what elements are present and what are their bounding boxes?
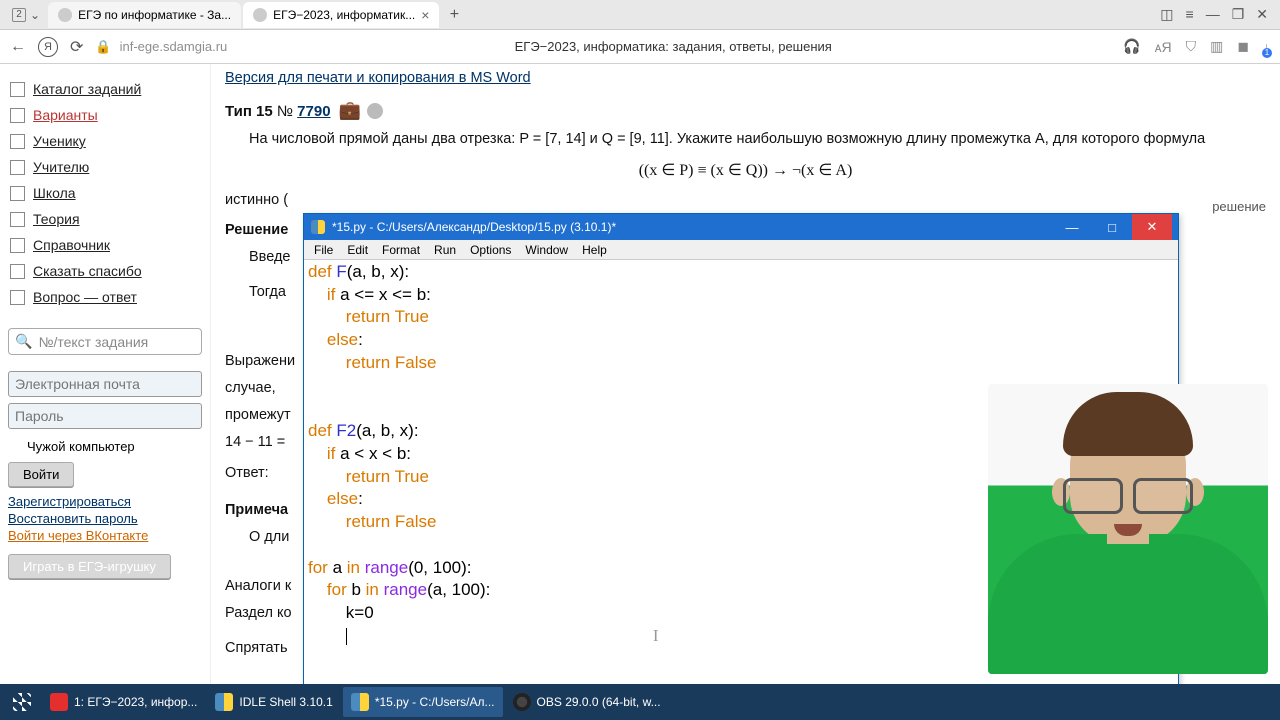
- checkbox-icon[interactable]: [8, 440, 21, 453]
- sidebar-item[interactable]: Школа: [8, 180, 202, 206]
- email-field[interactable]: [8, 371, 202, 397]
- taskbar: 1: ЕГЭ−2023, инфор... IDLE Shell 3.10.1 …: [0, 684, 1280, 720]
- yandex-icon[interactable]: Я: [38, 37, 58, 57]
- panel-icon[interactable]: ◫: [1160, 6, 1173, 23]
- headphones-icon[interactable]: 🎧: [1123, 38, 1140, 55]
- menu-help[interactable]: Help: [576, 243, 613, 257]
- sidebar-item[interactable]: Каталог заданий: [8, 76, 202, 102]
- print-link[interactable]: Версия для печати и копирования в MS Wor…: [225, 70, 531, 86]
- sidebar-item[interactable]: Сказать спасибо: [8, 258, 202, 284]
- obs-icon: [513, 693, 531, 711]
- checkbox-icon[interactable]: [10, 134, 25, 149]
- close-icon[interactable]: ×: [421, 7, 429, 23]
- checkbox-icon[interactable]: [10, 82, 25, 97]
- idle-menu-bar: File Edit Format Run Options Window Help: [304, 240, 1178, 260]
- browser-tab[interactable]: ЕГЭ по информатике - За...: [48, 2, 241, 28]
- register-link[interactable]: Зарегистрироваться: [8, 493, 202, 510]
- taskbar-item[interactable]: IDLE Shell 3.10.1: [207, 687, 340, 717]
- sidebar-item[interactable]: Ученику: [8, 128, 202, 154]
- chevron-down-icon: ⌄: [30, 8, 40, 22]
- checkbox-icon[interactable]: [10, 212, 25, 227]
- circle-icon[interactable]: [367, 103, 383, 119]
- url-field[interactable]: 🔒 inf-ege.sdamgia.ru ЕГЭ−2023, информати…: [95, 39, 1111, 55]
- address-bar: ← Я ⟳ 🔒 inf-ege.sdamgia.ru ЕГЭ−2023, инф…: [0, 30, 1280, 64]
- minimize-icon[interactable]: —: [1052, 214, 1092, 240]
- password-field[interactable]: [8, 403, 202, 429]
- formula: ((x ∈ P) ≡ (x ∈ Q)) → ¬(x ∈ A): [225, 160, 1266, 180]
- sidebar-item[interactable]: Вопрос — ответ: [8, 284, 202, 310]
- checkbox-icon[interactable]: [10, 160, 25, 175]
- text-cursor: [346, 628, 347, 645]
- idle-titlebar[interactable]: *15.py - C:/Users/Александр/Desktop/15.p…: [304, 214, 1178, 240]
- shield-icon[interactable]: ⛉: [1186, 38, 1197, 55]
- window-controls: ◫ ≡ — ❐ ✕: [1160, 6, 1276, 23]
- python-icon: [310, 219, 326, 235]
- restore-link[interactable]: Восстановить пароль: [8, 510, 202, 527]
- windows-icon: [13, 693, 31, 711]
- menu-edit[interactable]: Edit: [341, 243, 374, 257]
- maximize-icon[interactable]: □: [1092, 214, 1132, 240]
- sidebar-item[interactable]: Справочник: [8, 232, 202, 258]
- checkbox-icon[interactable]: [10, 264, 25, 279]
- back-icon[interactable]: ←: [10, 38, 26, 56]
- python-icon: [351, 693, 369, 711]
- sidebar-item[interactable]: Теория: [8, 206, 202, 232]
- i-beam-icon: I: [653, 626, 659, 645]
- checkbox-icon[interactable]: [10, 238, 25, 253]
- tab-counter[interactable]: 2 ⌄: [4, 8, 48, 22]
- search-icon: 🔍: [15, 333, 32, 350]
- vk-login-link[interactable]: Войти через ВКонтакте: [8, 527, 202, 544]
- minimize-icon[interactable]: —: [1206, 6, 1220, 23]
- webcam-overlay: [988, 384, 1268, 674]
- briefcase-icon[interactable]: 💼: [339, 100, 361, 121]
- taskbar-item[interactable]: OBS 29.0.0 (64-bit, w...: [505, 687, 669, 717]
- menu-options[interactable]: Options: [464, 243, 517, 257]
- close-icon[interactable]: ✕: [1132, 214, 1172, 240]
- menu-icon[interactable]: ≡: [1186, 6, 1194, 23]
- menu-window[interactable]: Window: [519, 243, 574, 257]
- start-button[interactable]: [4, 687, 40, 717]
- favicon: [58, 8, 72, 22]
- sidebar-item[interactable]: Учителю: [8, 154, 202, 180]
- lock-icon: 🔒: [95, 39, 111, 55]
- new-tab-button[interactable]: +: [441, 4, 467, 26]
- translate-icon[interactable]: ᴀЯ: [1155, 39, 1172, 55]
- menu-run[interactable]: Run: [428, 243, 462, 257]
- taskbar-item[interactable]: 1: ЕГЭ−2023, инфор...: [42, 687, 205, 717]
- page-title: ЕГЭ−2023, информатика: задания, ответы, …: [515, 39, 832, 54]
- browser-tab-active[interactable]: ЕГЭ−2023, информатик... ×: [243, 2, 439, 28]
- menu-file[interactable]: File: [308, 243, 339, 257]
- login-button[interactable]: Войти: [8, 462, 74, 487]
- task-number-link[interactable]: 7790: [297, 103, 330, 120]
- downloads-icon[interactable]: ↓1: [1263, 39, 1270, 55]
- play-game-button[interactable]: Играть в ЕГЭ-игрушку: [8, 554, 171, 579]
- solution-toggle[interactable]: решение: [225, 199, 1266, 214]
- menu-format[interactable]: Format: [376, 243, 426, 257]
- taskbar-item[interactable]: *15.py - C:/Users/Ал...: [343, 687, 503, 717]
- maximize-icon[interactable]: ❐: [1232, 6, 1245, 23]
- reload-icon[interactable]: ⟳: [70, 37, 83, 57]
- checkbox-icon[interactable]: [10, 108, 25, 123]
- checkbox-icon[interactable]: [10, 290, 25, 305]
- sidebar-item[interactable]: Варианты: [8, 102, 202, 128]
- favicon: [253, 8, 267, 22]
- task-text: На числовой прямой даны два отрезка: P =…: [225, 129, 1266, 150]
- search-input[interactable]: 🔍 №/текст задания: [8, 328, 202, 355]
- close-icon[interactable]: ✕: [1256, 6, 1268, 23]
- checkbox-icon[interactable]: [10, 186, 25, 201]
- bookmark-icon[interactable]: ◼: [1237, 38, 1249, 55]
- yandex-icon: [50, 693, 68, 711]
- python-icon: [215, 693, 233, 711]
- collections-icon[interactable]: ▥: [1210, 38, 1223, 55]
- sidebar: Каталог заданий Варианты Ученику Учителю…: [0, 64, 210, 684]
- task-header: Тип 15 № 7790 💼: [225, 100, 1266, 121]
- browser-tab-strip: 2 ⌄ ЕГЭ по информатике - За... ЕГЭ−2023,…: [0, 0, 1280, 30]
